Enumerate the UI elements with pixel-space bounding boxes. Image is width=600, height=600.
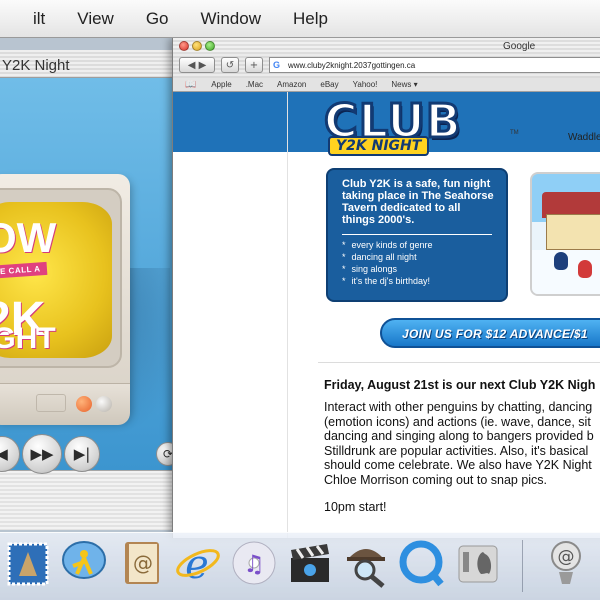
info-list-item: it's the dj's birthday! (342, 275, 496, 287)
tv-banner: WE CALL A (0, 261, 47, 280)
internet-explorer-icon[interactable]: e (172, 536, 224, 590)
bookmark-yahoo[interactable]: Yahoo! (346, 80, 385, 89)
browser-toolbar: ◀ ▶ ↺ + www.cluby2knight.2037gottingen.c… (173, 54, 600, 78)
zoom-window-icon[interactable] (205, 41, 215, 51)
svg-text:@: @ (133, 551, 153, 575)
close-window-icon[interactable] (179, 41, 189, 51)
menu-go[interactable]: Go (130, 9, 185, 29)
svg-text:@: @ (558, 547, 575, 567)
bookmarks-book-icon[interactable]: 📖 (173, 79, 204, 90)
event-text-line: Stilldrunk are popular activities. Also,… (324, 443, 589, 458)
minimize-window-icon[interactable] (192, 41, 202, 51)
mail-stamp-icon[interactable] (2, 536, 54, 590)
bookmark-mac[interactable]: .Mac (239, 80, 270, 89)
player-controls-bar (0, 470, 178, 530)
event-description: Interact with other penguins by chatting… (324, 400, 600, 488)
sherlock-icon[interactable] (340, 536, 392, 590)
trademark-mark: TM (510, 130, 519, 136)
info-list-item: dancing all night (342, 251, 496, 263)
club-penguin-screenshot (530, 172, 600, 296)
menu-bar: ilt View Go Window Help (0, 0, 600, 38)
reload-button[interactable]: ↺ (221, 57, 239, 73)
bookmark-ebay[interactable]: eBay (313, 80, 345, 89)
penguin-figure (554, 252, 568, 270)
itunes-icon[interactable]: ♫ (228, 536, 280, 590)
svg-text:e: e (185, 542, 209, 588)
menu-view[interactable]: View (61, 9, 130, 29)
site-logo-y2k-night[interactable]: Y2K NIGHT (328, 136, 430, 156)
browser-title: Google (503, 41, 536, 52)
page-main-panel: CLUB Y2K NIGHT TM Waddle Club Y2K is a s… (287, 92, 600, 538)
google-favicon-icon: G (273, 60, 281, 70)
player-video-area: OW WE CALL A 2K IGHT (0, 78, 178, 470)
system-preferences-icon[interactable] (452, 536, 504, 590)
info-list-item: every kinds of genre (342, 239, 496, 251)
tv-knob-orange (76, 396, 92, 412)
tv-text-line-1: OW (0, 214, 57, 261)
site-header: CLUB Y2K NIGHT TM Waddle (288, 92, 600, 162)
ichat-icon[interactable] (58, 536, 110, 590)
building-shape (546, 214, 600, 250)
menu-window[interactable]: Window (185, 9, 277, 29)
bookmark-apple[interactable]: Apple (204, 80, 238, 89)
back-forward-button[interactable]: ◀ ▶ (179, 57, 215, 73)
section-divider (318, 362, 600, 363)
web-page: CLUB Y2K NIGHT TM Waddle Club Y2K is a s… (173, 92, 600, 538)
info-list-item: sing alongs (342, 263, 496, 275)
menu-edit[interactable]: ilt (0, 9, 61, 29)
event-start-time: 10pm start! (324, 500, 387, 514)
info-intro: Club Y2K is a safe, fun night taking pla… (342, 178, 494, 226)
event-text-line: dancing and singing along to bangers pro… (324, 429, 594, 444)
waddle-nav-link[interactable]: Waddle (568, 132, 600, 143)
event-text-line: Chloe Morrison coming out to snap pics. (324, 472, 548, 487)
skip-end-button[interactable]: ▶| (64, 436, 100, 472)
dock-separator (522, 540, 523, 592)
tv-knob-grey (96, 396, 112, 412)
browser-window: Google ◀ ▶ ↺ + www.cluby2knight.2037gott… (172, 38, 600, 538)
add-bookmark-button[interactable]: + (245, 57, 263, 73)
svg-text:♫: ♫ (243, 550, 265, 578)
fast-forward-button[interactable]: ▶▶ (22, 434, 62, 474)
info-list: every kinds of genre dancing all night s… (342, 239, 496, 287)
tv-text-line-3: IGHT (0, 322, 56, 355)
penguin-figure (578, 260, 592, 278)
bookmark-news[interactable]: News ▾ (384, 80, 424, 89)
bookmark-amazon[interactable]: Amazon (270, 80, 313, 89)
event-text-line: Interact with other penguins by chatting… (324, 400, 593, 414)
address-book-icon[interactable]: @ (116, 536, 168, 590)
tv-slot (36, 394, 66, 412)
bookmarks-bar: 📖 Apple .Mac Amazon eBay Yahoo! News ▾ (173, 78, 600, 92)
info-box: Club Y2K is a safe, fun night taking pla… (326, 168, 508, 302)
event-title: Friday, August 21st is our next Club Y2K… (324, 378, 596, 392)
join-tickets-button[interactable]: JOIN US FOR $12 ADVANCE/$1 (380, 318, 600, 348)
player-title[interactable]: Y2K Night (0, 50, 178, 78)
quicktime-icon[interactable] (396, 536, 448, 590)
address-bar[interactable]: www.cluby2knight.2037gottingen.ca (269, 57, 600, 73)
tv-screen: OW WE CALL A 2K IGHT (0, 202, 112, 358)
browser-titlebar[interactable]: Google (173, 38, 600, 54)
imovie-icon[interactable] (284, 536, 336, 590)
mail-icon[interactable]: @ (540, 536, 592, 590)
event-text-line: (emotion icons) and actions (ie. wave, d… (324, 414, 591, 429)
menu-help[interactable]: Help (277, 9, 344, 29)
info-divider (342, 234, 492, 235)
event-text-line: should come celebrate. We also have Y2K … (324, 458, 592, 473)
